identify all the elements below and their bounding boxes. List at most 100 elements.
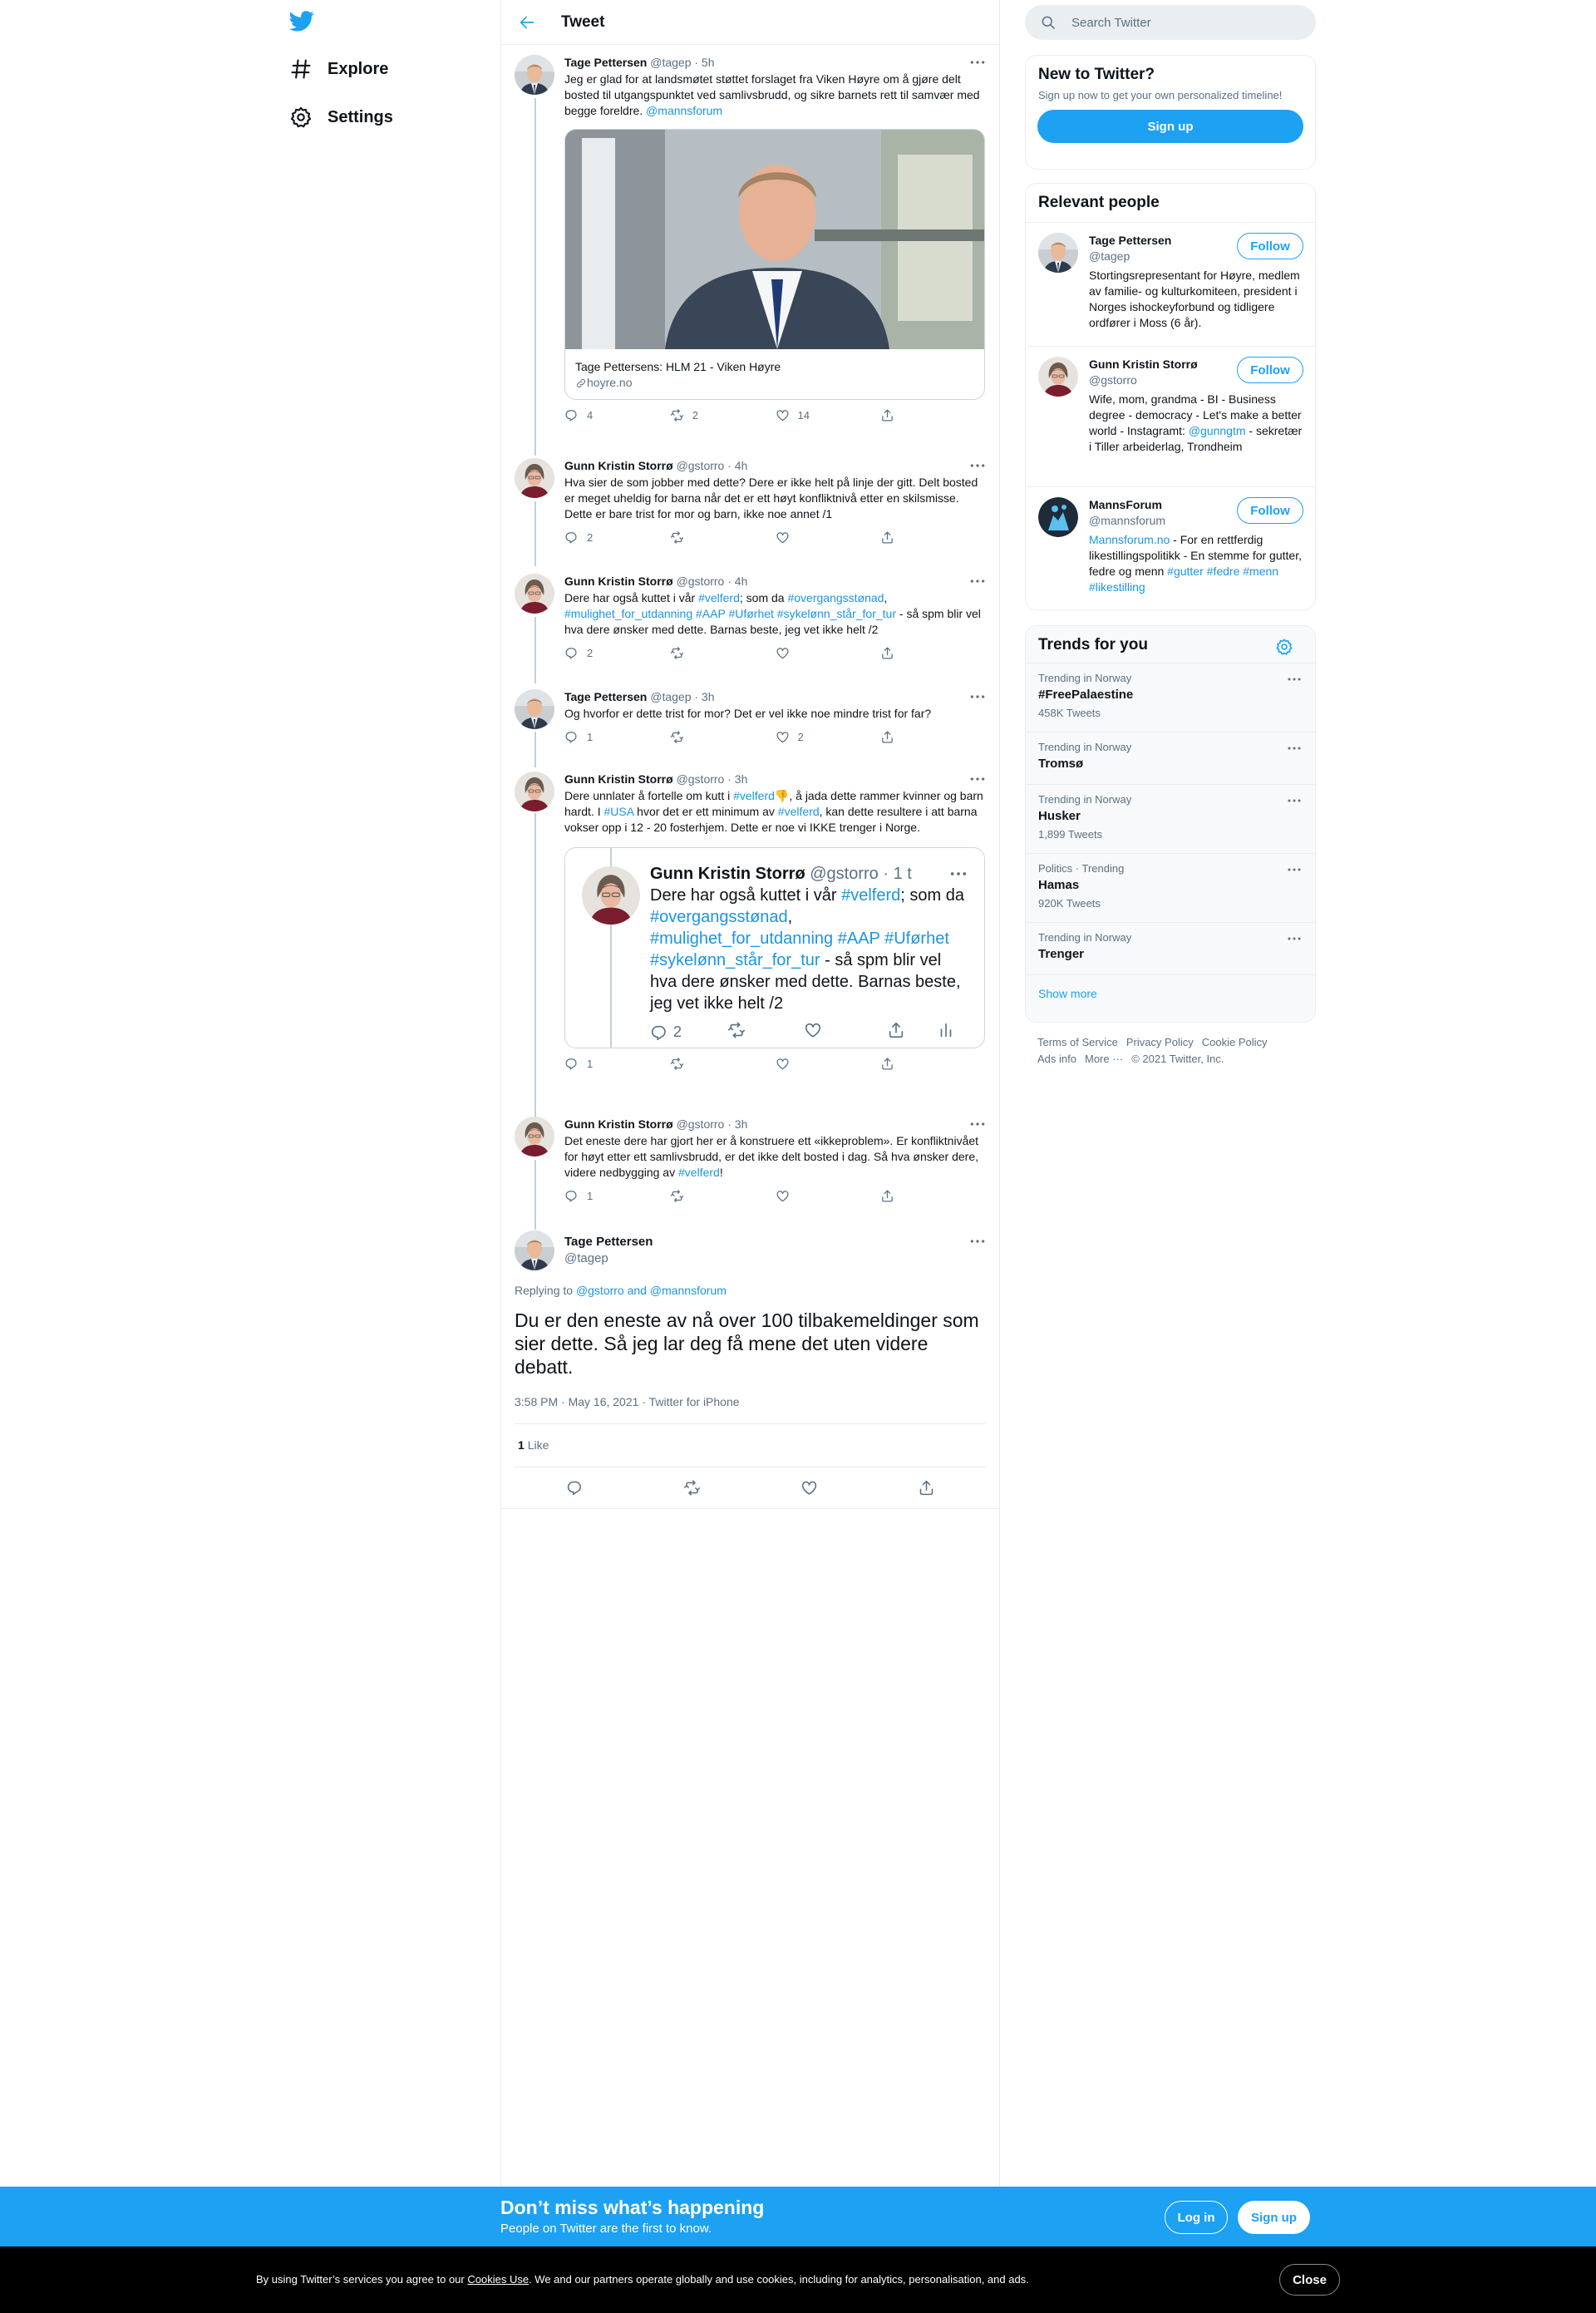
link-card[interactable]: Tage Pettersens: HLM 21 - Viken Høyre ho… xyxy=(564,129,985,400)
more-icon[interactable] xyxy=(1287,673,1302,685)
avatar[interactable] xyxy=(515,458,554,498)
share-button[interactable] xyxy=(880,730,986,744)
tweet-time[interactable]: · 4h xyxy=(727,459,747,472)
reply-button[interactable]: 1 xyxy=(564,1057,670,1071)
hashtag-link[interactable]: #overgangsstønad xyxy=(787,591,884,604)
person-item[interactable]: MannsForum @mannsforum Mannsforum.no - F… xyxy=(1026,486,1315,603)
more-icon[interactable] xyxy=(969,55,986,70)
avatar[interactable] xyxy=(1038,357,1078,397)
hashtag-link[interactable]: #velferd xyxy=(733,789,775,802)
like-button[interactable] xyxy=(776,1189,881,1203)
author-handle[interactable]: @gstorro xyxy=(677,459,725,472)
tweet-time[interactable]: · 3h xyxy=(727,1117,747,1131)
reply-button[interactable]: 2 xyxy=(564,530,670,545)
retweet-button[interactable] xyxy=(670,646,776,660)
author-name[interactable]: Gunn Kristin Storrø xyxy=(564,1117,673,1131)
avatar[interactable] xyxy=(515,55,554,95)
like-button[interactable] xyxy=(776,1057,881,1071)
hashtag-link[interactable]: #likestilling xyxy=(1089,580,1145,594)
avatar[interactable] xyxy=(515,689,554,729)
author-name[interactable]: Gunn Kristin Storrø xyxy=(564,459,673,472)
footer-more-link[interactable]: More ··· xyxy=(1085,1053,1123,1065)
follow-button[interactable]: Follow xyxy=(1237,357,1303,383)
trend-item[interactable]: Trending in Norway Trenger xyxy=(1026,922,1315,974)
author-handle[interactable]: @tagep xyxy=(650,56,691,69)
author-handle[interactable]: @tagep xyxy=(650,690,691,703)
tweet-time[interactable]: · 5h xyxy=(694,56,714,69)
reply-button[interactable]: 1 xyxy=(564,730,670,744)
login-button[interactable]: Log in xyxy=(1165,2201,1228,2234)
retweet-button[interactable] xyxy=(683,1479,701,1501)
reply-button[interactable]: 1 xyxy=(564,1189,670,1203)
retweet-button[interactable] xyxy=(670,730,776,744)
author-name[interactable]: Tage Pettersen xyxy=(564,690,647,703)
avatar[interactable] xyxy=(515,574,554,614)
more-icon[interactable] xyxy=(1287,795,1302,806)
author-name[interactable]: Gunn Kristin Storrø xyxy=(564,772,673,786)
follow-button[interactable]: Follow xyxy=(1237,233,1303,259)
more-icon[interactable] xyxy=(969,458,986,473)
url-link[interactable]: Mannsforum.no xyxy=(1089,533,1170,546)
author-handle[interactable]: @gstorro xyxy=(677,1117,725,1131)
show-more-link[interactable]: Show more xyxy=(1026,974,1315,1012)
share-button[interactable] xyxy=(918,1479,935,1501)
hashtag-link[interactable]: #velferd xyxy=(698,591,740,604)
like-button[interactable] xyxy=(776,530,881,545)
author-name[interactable]: Tage Pettersen xyxy=(564,1234,653,1250)
avatar[interactable] xyxy=(1038,233,1078,273)
more-icon[interactable] xyxy=(969,772,986,787)
replying-to-link[interactable]: @gstorro and @mannsforum xyxy=(576,1284,727,1297)
more-icon[interactable] xyxy=(969,574,986,589)
nav-explore[interactable]: Explore xyxy=(289,52,388,86)
like-button[interactable]: 14 xyxy=(776,408,881,422)
mention-link[interactable]: @mannsforum xyxy=(646,104,722,117)
back-arrow-icon[interactable] xyxy=(518,13,536,32)
share-button[interactable] xyxy=(880,646,986,660)
hashtag-link[interactable]: #fedre xyxy=(1207,565,1240,578)
like-button[interactable] xyxy=(800,1479,818,1501)
avatar[interactable] xyxy=(515,1117,554,1156)
follow-button[interactable]: Follow xyxy=(1237,497,1303,524)
author-handle[interactable]: @gstorro xyxy=(677,575,725,588)
reply-button[interactable]: 4 xyxy=(564,408,670,422)
trend-item[interactable]: Trending in Norway Tromsø xyxy=(1026,732,1315,784)
gear-icon[interactable] xyxy=(1275,638,1293,656)
more-icon[interactable] xyxy=(969,1117,986,1132)
footer-link[interactable]: Terms of Service xyxy=(1037,1036,1118,1048)
share-button[interactable] xyxy=(880,530,986,545)
more-icon[interactable] xyxy=(1287,742,1302,754)
hashtag-link[interactable]: #velferd xyxy=(678,1166,720,1179)
hashtag-link[interactable]: #USA xyxy=(603,805,633,818)
hashtag-link[interactable]: #mulighet_for_utdanning xyxy=(564,607,692,620)
hashtag-link[interactable]: #gutter xyxy=(1167,565,1204,578)
author-name[interactable]: Tage Pettersen xyxy=(564,56,647,69)
avatar[interactable] xyxy=(515,1230,554,1270)
likes-summary[interactable]: 1 Like xyxy=(518,1438,549,1452)
hashtag-link[interactable]: #sykelønn_står_for_tur xyxy=(777,607,896,620)
hashtag-link[interactable]: #velferd xyxy=(778,805,820,818)
avatar[interactable] xyxy=(515,772,554,811)
reply-button[interactable] xyxy=(566,1479,584,1501)
sidebar-signup-button[interactable]: Sign up xyxy=(1037,110,1303,143)
author-handle[interactable]: @tagep xyxy=(564,1250,653,1267)
hashtag-link[interactable]: #menn xyxy=(1243,565,1278,578)
retweet-button[interactable] xyxy=(670,1189,776,1203)
footer-link[interactable]: Privacy Policy xyxy=(1126,1036,1194,1048)
cookie-link[interactable]: Cookies Use xyxy=(467,2273,529,2286)
twitter-logo-icon[interactable] xyxy=(289,8,321,37)
avatar[interactable] xyxy=(582,866,640,925)
tweet-time[interactable]: · 3h xyxy=(727,772,747,786)
tweet-meta[interactable]: 3:58 PM · May 16, 2021 · Twitter for iPh… xyxy=(515,1395,740,1408)
footer-link[interactable]: Cookie Policy xyxy=(1202,1036,1268,1048)
share-button[interactable] xyxy=(880,1057,986,1071)
share-button[interactable] xyxy=(880,1189,986,1203)
hashtag-link[interactable]: #Uførhet xyxy=(728,607,773,620)
nav-settings[interactable]: Settings xyxy=(289,101,393,134)
retweet-button[interactable]: 2 xyxy=(670,408,776,422)
like-button[interactable] xyxy=(776,646,881,660)
more-icon[interactable] xyxy=(969,1234,986,1249)
cookie-close-button[interactable]: Close xyxy=(1279,2264,1340,2296)
person-item[interactable]: Tage Pettersen @tagep Stortingsrepresent… xyxy=(1026,222,1315,346)
reply-button[interactable]: 2 xyxy=(564,646,670,660)
trend-item[interactable]: Politics · Trending Hamas 920K Tweets xyxy=(1026,853,1315,922)
